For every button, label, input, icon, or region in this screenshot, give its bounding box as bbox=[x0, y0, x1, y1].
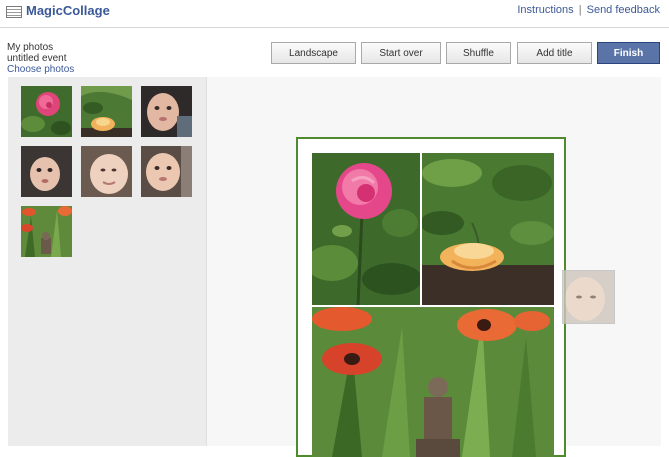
collage-canvas[interactable] bbox=[296, 137, 566, 457]
top-bar: MagicCollage Instructions | Send feedbac… bbox=[0, 0, 669, 28]
photo-thumb-baby-1[interactable] bbox=[141, 86, 192, 137]
add-title-button[interactable]: Add title bbox=[517, 42, 592, 64]
dragged-photo-thumb[interactable] bbox=[562, 270, 615, 324]
collage-photo-yellow-rose[interactable] bbox=[422, 153, 554, 305]
photo-thumb-pink-rose[interactable] bbox=[21, 86, 72, 137]
instructions-link[interactable]: Instructions bbox=[517, 4, 573, 16]
landscape-button[interactable]: Landscape bbox=[271, 42, 356, 64]
link-separator: | bbox=[578, 4, 582, 16]
collage-photo-poppies[interactable] bbox=[312, 307, 554, 457]
start-over-button[interactable]: Start over bbox=[361, 42, 441, 64]
finish-button[interactable]: Finish bbox=[597, 42, 660, 64]
send-feedback-link[interactable]: Send feedback bbox=[587, 4, 660, 16]
photo-thumb-baby-3[interactable] bbox=[81, 146, 132, 197]
photo-thumb-baby-2[interactable] bbox=[21, 146, 72, 197]
photo-thumb-yellow-rose[interactable] bbox=[81, 86, 132, 137]
header-links: Instructions | Send feedback bbox=[517, 4, 660, 16]
photo-thumb-poppies[interactable] bbox=[21, 206, 72, 257]
album-name: My photos bbox=[7, 42, 54, 53]
photo-thumb-baby-4[interactable] bbox=[141, 146, 192, 197]
album-info: My photos untitled event Choose photos bbox=[7, 42, 74, 75]
shuffle-button[interactable]: Shuffle bbox=[446, 42, 511, 64]
event-name: untitled event bbox=[7, 53, 67, 64]
app-logo-icon bbox=[6, 6, 22, 18]
app-title[interactable]: MagicCollage bbox=[26, 3, 110, 18]
collage-photo-pink-rose[interactable] bbox=[312, 153, 420, 305]
photo-tray bbox=[8, 77, 206, 446]
choose-photos-link[interactable]: Choose photos bbox=[7, 64, 74, 75]
